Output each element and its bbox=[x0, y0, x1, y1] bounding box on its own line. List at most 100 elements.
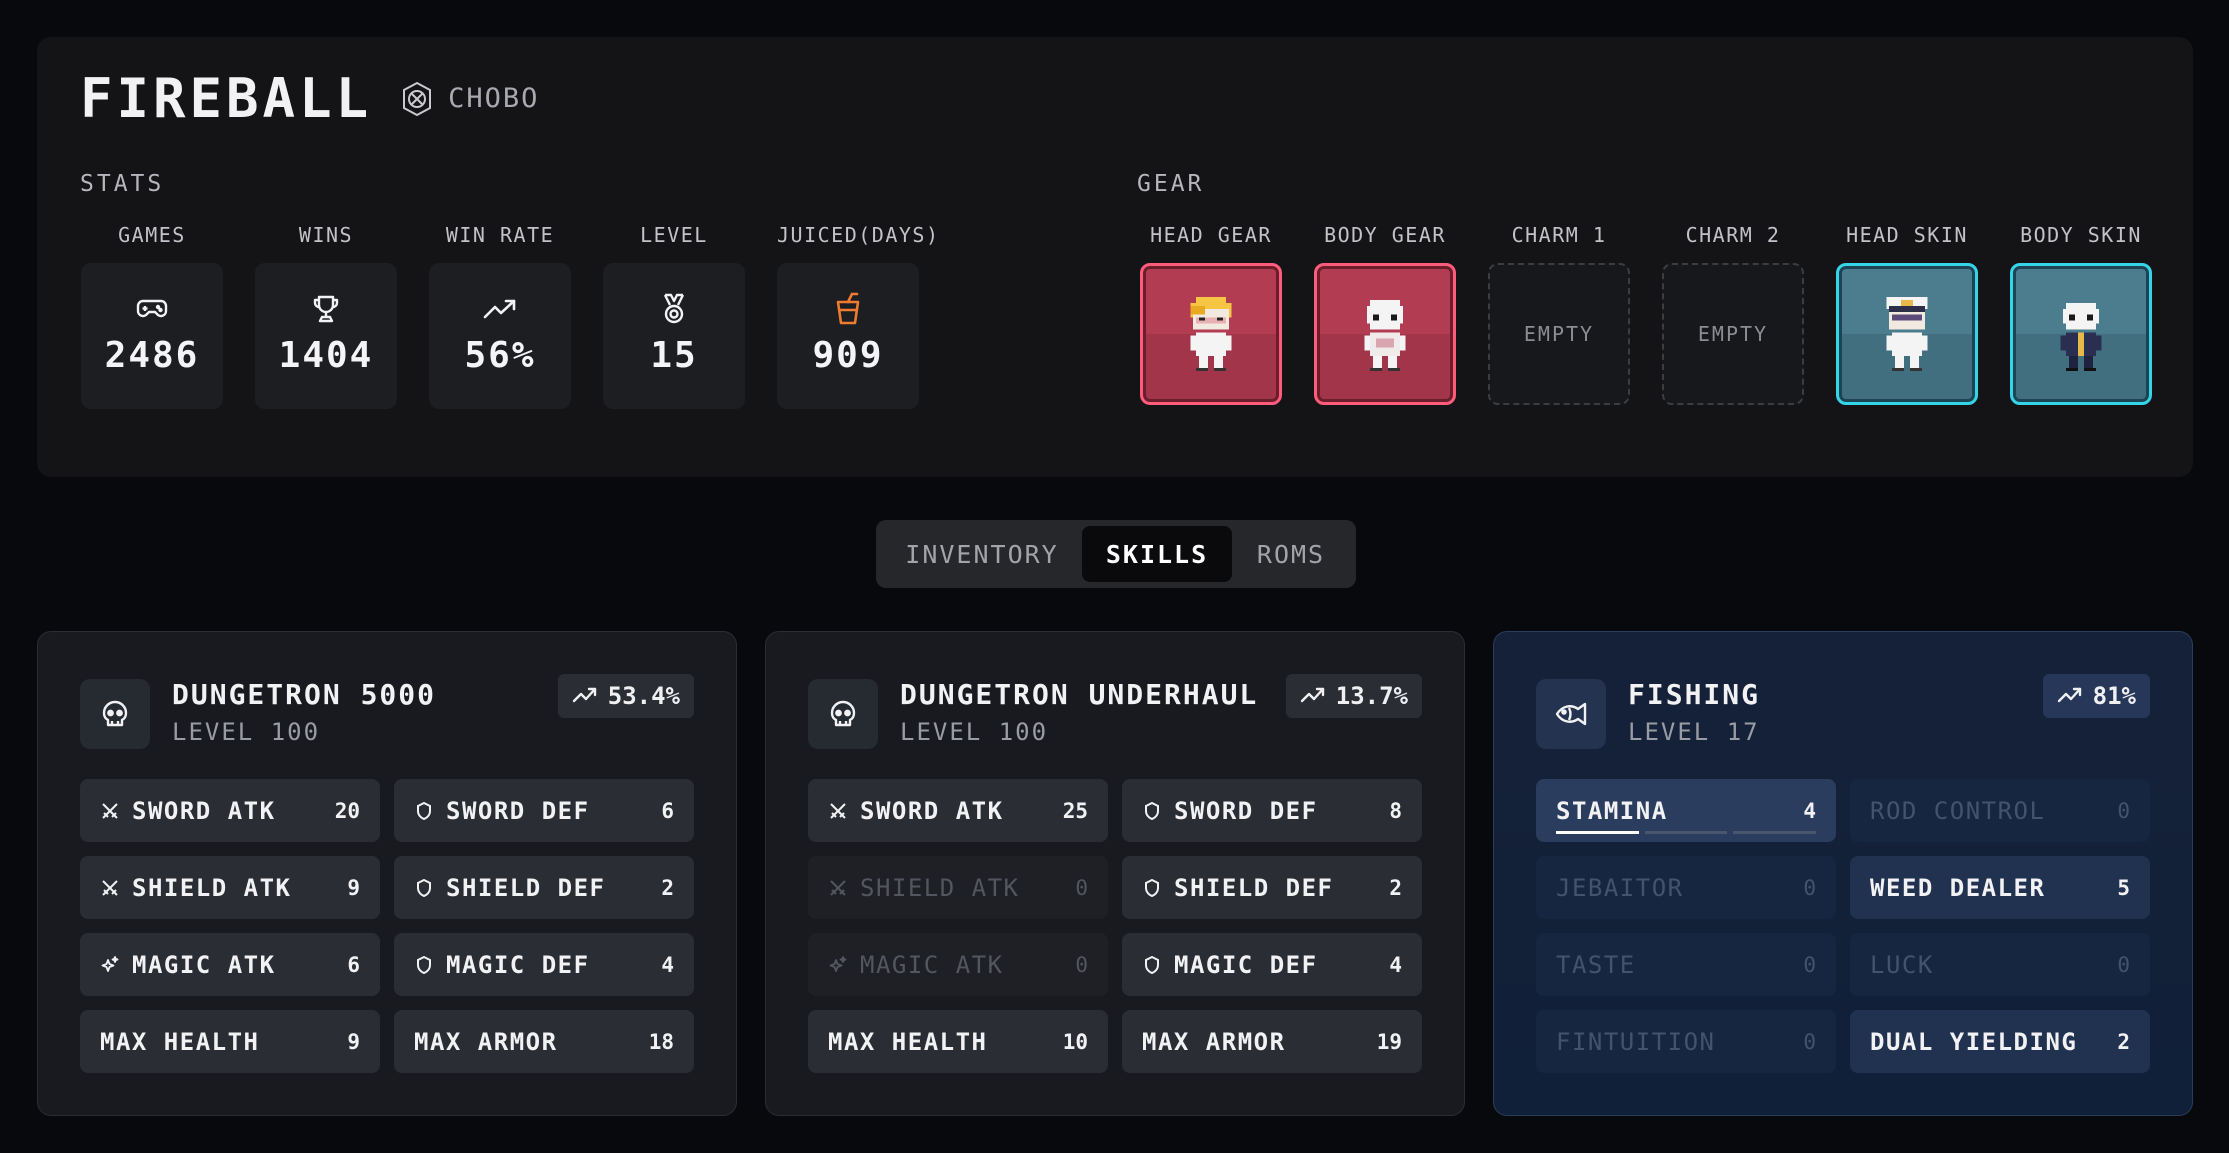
skill-name: SWORD DEF bbox=[1174, 796, 1318, 825]
skill-value: 0 bbox=[1075, 875, 1088, 900]
tab-roms[interactable]: ROMS bbox=[1232, 526, 1350, 582]
skill-value: 9 bbox=[347, 875, 360, 900]
win-rate-value: 81% bbox=[2092, 682, 2136, 710]
skill-dual-yielding[interactable]: DUAL YIELDING 2 bbox=[1850, 1010, 2150, 1073]
card-title: FISHING bbox=[1628, 678, 1761, 711]
stat-label: GAMES bbox=[118, 223, 186, 247]
empty-slot-text: EMPTY bbox=[1523, 322, 1595, 346]
gear-slot-body-skin[interactable]: BODY SKIN bbox=[2010, 223, 2152, 405]
gear-slot-charm-2[interactable]: CHARM 2 EMPTY bbox=[1662, 223, 1804, 405]
skill-luck[interactable]: LUCK 0 bbox=[1850, 933, 2150, 996]
sparkle-icon bbox=[100, 955, 120, 975]
gear-slot-label: CHARM 1 bbox=[1511, 223, 1607, 247]
shield-icon bbox=[1142, 801, 1162, 821]
skill-value: 4 bbox=[661, 952, 674, 977]
card-level: LEVEL 100 bbox=[172, 718, 321, 746]
gear-section-title: GEAR bbox=[1137, 171, 1205, 197]
skill-max-armor[interactable]: MAX ARMOR 19 bbox=[1122, 1010, 1422, 1073]
gear-slot-label: HEAD GEAR bbox=[1150, 223, 1272, 247]
tab-skills[interactable]: SKILLS bbox=[1082, 526, 1232, 582]
skill-name: STAMINA bbox=[1556, 796, 1668, 825]
stat-wins: WINS 1404 bbox=[255, 223, 397, 409]
skill-name: SHIELD ATK bbox=[132, 873, 292, 902]
skill-sword-def[interactable]: SWORD DEF 8 bbox=[1122, 779, 1422, 842]
skill-value: 0 bbox=[1803, 952, 1816, 977]
skill-shield-atk[interactable]: SHIELD ATK 0 bbox=[808, 856, 1108, 919]
skill-rod-control[interactable]: ROD CONTROL 0 bbox=[1850, 779, 2150, 842]
skill-name: SHIELD DEF bbox=[1174, 873, 1334, 902]
skill-name: MAX HEALTH bbox=[100, 1027, 260, 1056]
skill-value: 25 bbox=[1062, 798, 1088, 823]
gear-slot-box[interactable] bbox=[1140, 263, 1282, 405]
gear-slot-box[interactable] bbox=[1314, 263, 1456, 405]
gear-slot-body-gear[interactable]: BODY GEAR bbox=[1314, 223, 1456, 405]
skill-value: 20 bbox=[334, 798, 360, 823]
stat-value: 1404 bbox=[278, 334, 374, 376]
skill-grid: SWORD ATK 25 SWORD DEF 8 SHIELD ATK 0 SH… bbox=[808, 779, 1422, 1073]
character-sprite-icon bbox=[2060, 302, 2102, 372]
skill-sword-atk[interactable]: SWORD ATK 25 bbox=[808, 779, 1108, 842]
trend-up-icon bbox=[2057, 682, 2083, 710]
skill-magic-def[interactable]: MAGIC DEF 4 bbox=[394, 933, 694, 996]
stat-label: LEVEL bbox=[640, 223, 708, 247]
gear-slot-box[interactable] bbox=[1836, 263, 1978, 405]
skill-card-dungetron-5000: DUNGETRON 5000 LEVEL 100 53.4% SWORD ATK… bbox=[37, 631, 737, 1116]
skill-shield-def[interactable]: SHIELD DEF 2 bbox=[394, 856, 694, 919]
skill-name: FINTUITION bbox=[1556, 1027, 1716, 1056]
skill-value: 4 bbox=[1389, 952, 1402, 977]
skill-magic-atk[interactable]: MAGIC ATK 0 bbox=[808, 933, 1108, 996]
progress-segment bbox=[1556, 831, 1639, 834]
skill-value: 18 bbox=[648, 1029, 674, 1054]
skill-weed-dealer[interactable]: WEED DEALER 5 bbox=[1850, 856, 2150, 919]
skill-stamina[interactable]: STAMINA 4 bbox=[1536, 779, 1836, 842]
stat-value: 15 bbox=[650, 334, 698, 376]
crossed-swords-icon bbox=[828, 878, 848, 898]
skill-fintuition[interactable]: FINTUITION 0 bbox=[1536, 1010, 1836, 1073]
skill-name: SWORD ATK bbox=[860, 796, 1004, 825]
gear-slot-head-skin[interactable]: HEAD SKIN bbox=[1836, 223, 1978, 405]
title-row: FIREBALL CHOBO bbox=[80, 67, 539, 130]
gear-slot-box[interactable]: EMPTY bbox=[1488, 263, 1630, 405]
skill-sword-atk[interactable]: SWORD ATK 20 bbox=[80, 779, 380, 842]
skill-max-health[interactable]: MAX HEALTH 9 bbox=[80, 1010, 380, 1073]
gear-slot-charm-1[interactable]: CHARM 1 EMPTY bbox=[1488, 223, 1630, 405]
trend-up-icon bbox=[1300, 682, 1326, 710]
character-sprite-icon bbox=[1886, 296, 1928, 372]
card-level: LEVEL 100 bbox=[900, 718, 1049, 746]
crossed-swords-icon bbox=[100, 878, 120, 898]
skill-value: 0 bbox=[1803, 1029, 1816, 1054]
crossed-swords-icon bbox=[100, 801, 120, 821]
skill-shield-def[interactable]: SHIELD DEF 2 bbox=[1122, 856, 1422, 919]
skill-shield-atk[interactable]: SHIELD ATK 9 bbox=[80, 856, 380, 919]
stat-value: 56% bbox=[464, 334, 536, 376]
guild-name[interactable]: CHOBO bbox=[448, 83, 539, 114]
tab-inventory[interactable]: INVENTORY bbox=[882, 526, 1082, 582]
skill-taste[interactable]: TASTE 0 bbox=[1536, 933, 1836, 996]
skill-value: 0 bbox=[2117, 798, 2130, 823]
guild-emblem-icon bbox=[398, 80, 436, 118]
skill-name: SHIELD ATK bbox=[860, 873, 1020, 902]
skill-magic-def[interactable]: MAGIC DEF 4 bbox=[1122, 933, 1422, 996]
skill-name: MAX ARMOR bbox=[414, 1027, 558, 1056]
skill-name: MAX ARMOR bbox=[1142, 1027, 1286, 1056]
skill-sword-def[interactable]: SWORD DEF 6 bbox=[394, 779, 694, 842]
skill-name: SWORD ATK bbox=[132, 796, 276, 825]
win-rate-value: 53.4% bbox=[607, 682, 680, 710]
gear-slot-label: BODY GEAR bbox=[1324, 223, 1446, 247]
skill-value: 0 bbox=[2117, 952, 2130, 977]
gear-slot-box[interactable] bbox=[2010, 263, 2152, 405]
stat-box: 15 bbox=[603, 263, 745, 409]
skill-max-armor[interactable]: MAX ARMOR 18 bbox=[394, 1010, 694, 1073]
gear-slot-box[interactable]: EMPTY bbox=[1662, 263, 1804, 405]
skill-jebaitor[interactable]: JEBAITOR 0 bbox=[1536, 856, 1836, 919]
trend-up-icon bbox=[572, 682, 598, 710]
skill-magic-atk[interactable]: MAGIC ATK 6 bbox=[80, 933, 380, 996]
stat-label: WIN RATE bbox=[445, 223, 555, 247]
skill-grid: SWORD ATK 20 SWORD DEF 6 SHIELD ATK 9 SH… bbox=[80, 779, 694, 1073]
stat-box: 909 bbox=[777, 263, 919, 409]
gear-slot-head-gear[interactable]: HEAD GEAR bbox=[1140, 223, 1282, 405]
shield-icon bbox=[414, 801, 434, 821]
skill-max-health[interactable]: MAX HEALTH 10 bbox=[808, 1010, 1108, 1073]
skill-progress-bar bbox=[1556, 831, 1817, 834]
skill-name: JEBAITOR bbox=[1556, 873, 1684, 902]
